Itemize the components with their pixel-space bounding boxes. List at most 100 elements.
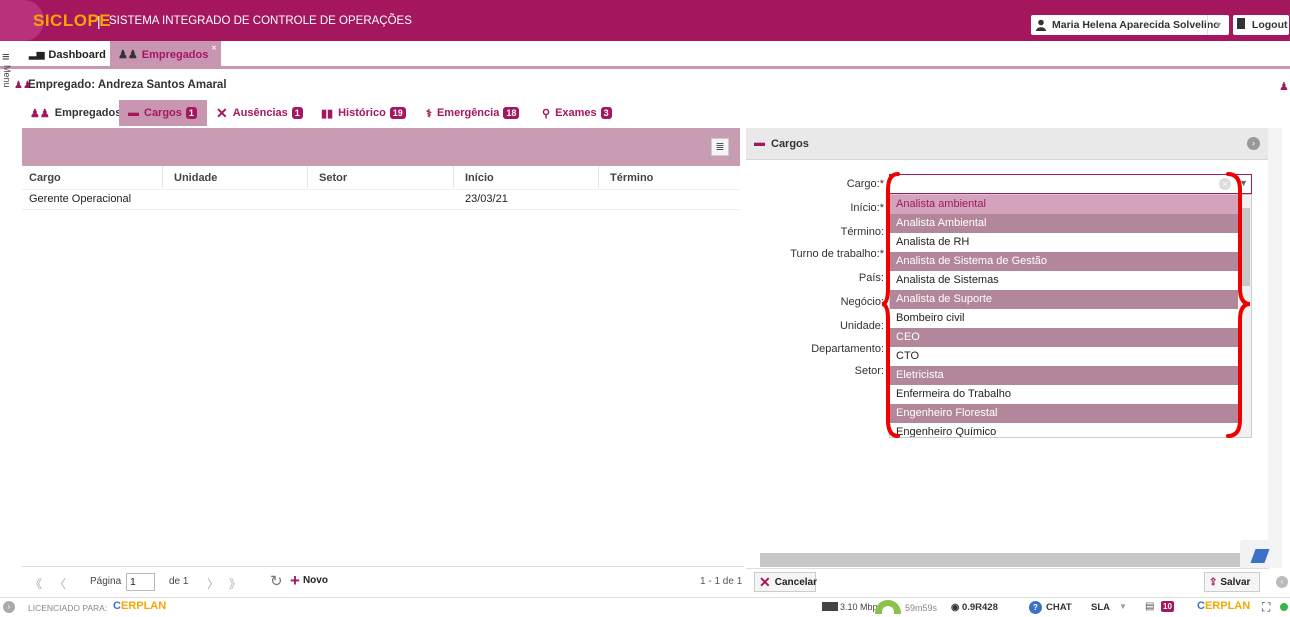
left-brace-annotation — [881, 172, 900, 438]
list-menu-icon[interactable]: ≣ — [711, 138, 729, 156]
count-badge: 3 — [600, 107, 612, 119]
column-divider — [162, 166, 163, 188]
message-count-badge: 10 — [1161, 601, 1174, 612]
list-item[interactable]: Analista Ambiental — [890, 214, 1239, 233]
book-icon: ▮▮ — [321, 107, 334, 120]
licensed-label: LICENCIADO PARA: — [28, 603, 108, 613]
list-item[interactable]: Analista de Sistema de Gestão — [890, 252, 1239, 271]
panel-footer — [746, 568, 1268, 596]
cargo-dropdown-list: Analista ambiental Analista Ambiental An… — [889, 194, 1252, 438]
chat-icon: ? — [1029, 601, 1042, 614]
subtab-label: Histórico — [338, 107, 386, 119]
list-item[interactable]: Engenheiro Químico — [890, 423, 1239, 437]
new-label: Novo — [302, 575, 328, 586]
save-button[interactable]: ⇪ Salvar — [1204, 572, 1260, 592]
chat-button[interactable]: ? CHAT — [1029, 601, 1072, 614]
cell-cargo: Gerente Operacional — [29, 193, 132, 205]
subtab-ausencias[interactable]: ✕ Ausências 1 — [212, 100, 308, 126]
briefcase-icon: ▬ — [128, 107, 139, 119]
list-item[interactable]: Eletricista — [890, 366, 1239, 385]
column-header[interactable]: Cargo — [29, 172, 61, 184]
briefcase-icon: ▬ — [754, 137, 765, 149]
column-header[interactable]: Unidade — [174, 172, 217, 184]
list-item[interactable]: Analista ambiental — [890, 195, 1239, 214]
page-total: de 1 — [169, 576, 189, 587]
count-badge: 1 — [185, 107, 197, 119]
logout-label: Logout — [1251, 19, 1288, 31]
list-item[interactable]: Enfermeira do Trabalho — [890, 385, 1239, 404]
user-menu[interactable]: Maria Helena Aparecida Solvelino ▼ — [1031, 15, 1229, 35]
cancel-button[interactable]: ✕ Cancelar — [754, 572, 817, 592]
column-header[interactable]: Setor — [319, 172, 347, 184]
tab-dashboard[interactable]: ▂▅ Dashboard — [22, 41, 107, 68]
subtab-exames[interactable]: ⚲ Exames 3 — [540, 100, 620, 126]
chat-label: CHAT — [1046, 602, 1072, 613]
panel-horizontal-scrollbar[interactable] — [760, 553, 1246, 567]
subtab-label: Exames — [555, 107, 597, 119]
hamburger-icon[interactable]: ≡ — [2, 49, 10, 64]
subtab-label: Cargos — [144, 107, 182, 119]
stethoscope-icon: ⚲ — [542, 107, 551, 120]
subtab-empregados[interactable]: ♟♟ Empregados — [22, 100, 121, 126]
plus-icon: + — [290, 570, 300, 590]
new-button[interactable]: + Novo — [290, 570, 328, 590]
list-item[interactable]: Analista de RH — [890, 233, 1239, 252]
status-bar: › LICENCIADO PARA: CERPLAN 3.10 Mbps 59m… — [0, 597, 1290, 617]
subtab-cargos[interactable]: ▬ Cargos 1 — [119, 100, 207, 126]
mail-icon[interactable]: ▤ — [1145, 601, 1154, 612]
fullscreen-icon[interactable]: ⛶ — [1262, 600, 1270, 615]
count-badge: 19 — [389, 107, 406, 119]
logout-icon — [1237, 18, 1245, 29]
sla-button[interactable]: SLA — [1091, 602, 1110, 613]
cell-inicio: 23/03/21 — [465, 193, 508, 205]
list-item[interactable]: Engenheiro Florestal — [890, 404, 1239, 423]
chevron-down-icon[interactable]: ▼ — [1119, 602, 1127, 611]
refresh-icon[interactable]: ↻ — [270, 572, 283, 590]
network-icon — [822, 602, 838, 611]
next-page-icon[interactable]: 〉 — [207, 575, 219, 592]
help-widget-button[interactable] — [1240, 540, 1270, 570]
panel-title: Cargos — [771, 138, 809, 150]
label-termino: Término: — [840, 226, 884, 238]
people-icon[interactable]: ♟ — [1279, 80, 1289, 93]
cancel-label: Cancelar — [774, 576, 817, 588]
table-row[interactable]: Gerente Operacional 23/03/21 — [22, 190, 740, 210]
close-icon: ✕ — [759, 573, 771, 590]
erplan-logo: CERPLAN — [113, 600, 167, 612]
chevron-down-icon[interactable]: ▼ — [1207, 15, 1229, 35]
save-label: Salvar — [1220, 576, 1251, 588]
column-divider — [307, 166, 308, 188]
first-page-icon[interactable]: 《 — [30, 575, 42, 592]
connection-speed: 3.10 Mbps — [822, 602, 882, 612]
list-item[interactable]: Analista de Suporte — [890, 290, 1239, 309]
page-label: Página — [90, 576, 122, 587]
session-timer: 59m59s — [905, 603, 938, 613]
column-header[interactable]: Término — [610, 172, 653, 184]
column-header[interactable]: Início — [465, 172, 494, 184]
list-item[interactable]: Analista de Sistemas — [890, 271, 1239, 290]
tab-empregados[interactable]: ♟♟ Empregados × — [110, 41, 221, 68]
user-name: Maria Helena Aparecida Solvelino — [1052, 19, 1220, 31]
logout-button[interactable]: Logout — [1233, 15, 1289, 35]
subtab-historico[interactable]: ▮▮ Histórico 19 — [318, 100, 410, 126]
record-count: 1 - 1 de 1 — [700, 576, 743, 587]
list-item[interactable]: Bombeiro civil — [890, 309, 1239, 328]
collapse-icon[interactable]: ‹ — [1276, 576, 1288, 588]
help-widget-icon — [1250, 549, 1270, 563]
cargo-combobox[interactable]: × ▼ — [889, 174, 1252, 194]
subtab-label: Empregados — [54, 107, 122, 119]
subtab-emergencia[interactable]: ⚕ Emergência 18 — [424, 100, 530, 126]
label-turno: Turno de trabalho:* — [790, 248, 884, 260]
side-menu-toggle[interactable]: ≡ Menu — [0, 41, 14, 101]
arrow-right-icon[interactable]: › — [1247, 137, 1260, 150]
last-page-icon[interactable]: 》 — [229, 575, 241, 592]
list-item[interactable]: CEO — [890, 328, 1239, 347]
page-input[interactable]: 1 — [126, 573, 155, 591]
panel-vertical-scrollbar[interactable] — [1268, 128, 1282, 568]
expand-icon[interactable]: › — [3, 601, 15, 613]
list-item[interactable]: CTO — [890, 347, 1239, 366]
close-icon[interactable]: × — [211, 43, 217, 54]
prev-page-icon[interactable]: 〈 — [54, 575, 66, 592]
tab-dashboard-label: Dashboard — [48, 48, 106, 61]
x-icon: ✕ — [216, 104, 228, 121]
